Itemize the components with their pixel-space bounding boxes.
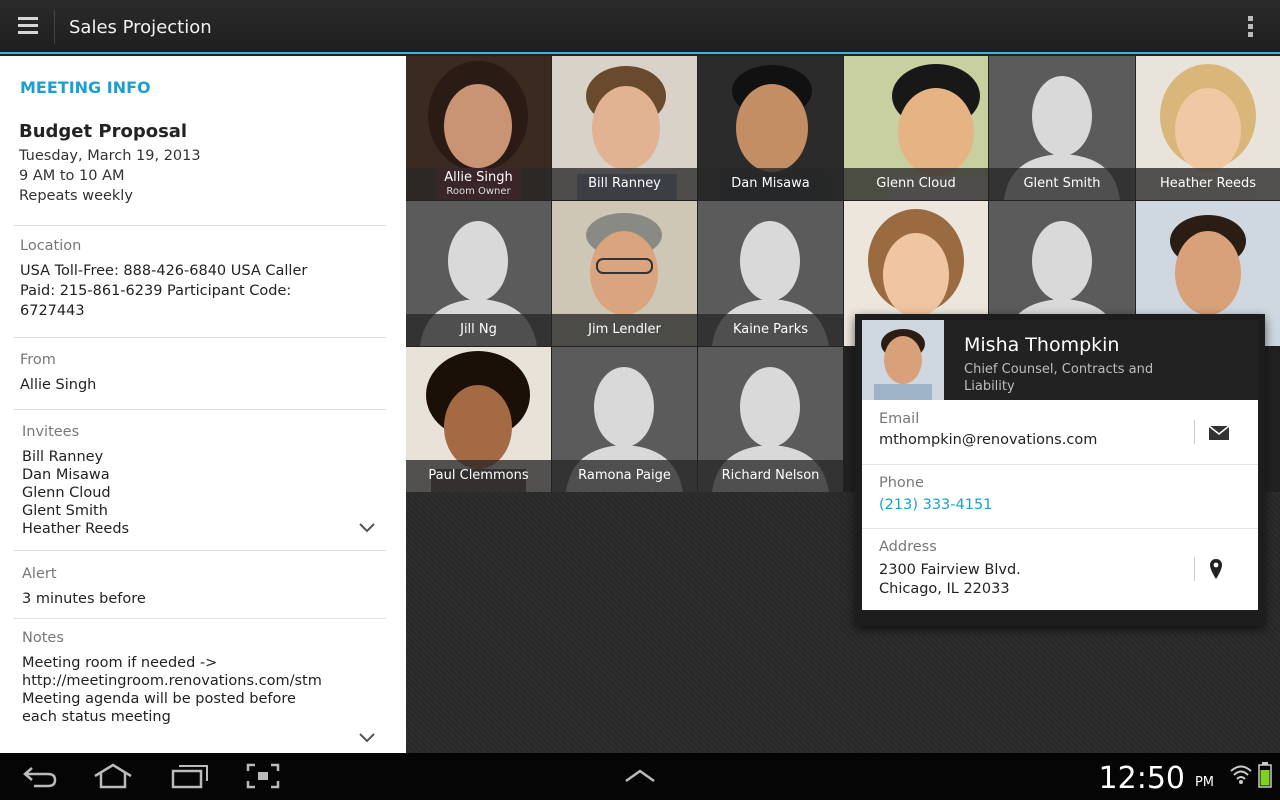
meeting-title: Budget Proposal [19,121,188,142]
app-title: Sales Projection [69,17,212,38]
contact-phone-row: Phone (213) 333-4151 [862,465,1258,529]
phone-link[interactable]: (213) 333-4151 [879,496,992,515]
expand-notes-chevron-icon[interactable] [359,733,375,743]
meeting-time: 9 AM to 10 AM [19,168,125,184]
attendee-name: Richard Nelson [698,460,843,492]
contact-email-row: Email mthompkin@renovations.com [862,400,1258,465]
notes-label: Notes [22,630,64,646]
overflow-menu-icon[interactable] [1248,16,1254,38]
attendee-name: Glenn Cloud [844,168,988,200]
screenshot-icon[interactable] [246,763,280,789]
wifi-icon [1230,765,1252,784]
divider [13,337,386,338]
back-icon[interactable] [22,763,58,789]
location-value: USA Toll-Free: 888-426-6840 USA Caller P… [20,263,308,319]
attendee-tile[interactable]: Dan Misawa [698,56,843,200]
battery-icon [1258,762,1272,788]
attendee-tile[interactable]: Kaine Parks [698,201,843,346]
notes-value: Meeting room if needed -> http://meeting… [22,655,322,725]
vertical-divider [1194,420,1195,444]
attendee-name: Dan Misawa [698,168,843,200]
location-label: Location [20,238,82,254]
attendee-tile[interactable]: Paul Clemmons [406,347,551,492]
vertical-divider [1194,557,1195,581]
contact-name: Misha Thompkin [964,334,1120,356]
meeting-repeat: Repeats weekly [19,188,133,204]
divider [13,550,386,551]
contact-address-row: Address 2300 Fairview Blvd. Chicago, IL … [862,529,1258,610]
invitee-item[interactable]: Glenn Cloud [22,484,129,502]
from-label: From [20,352,56,368]
system-nav-bar: 12:50 PM [0,753,1280,800]
meeting-info-panel: MEETING INFO Budget Proposal Tuesday, Ma… [0,56,406,753]
email-icon[interactable] [1208,425,1230,441]
from-value[interactable]: Allie Singh [20,375,320,395]
attendee-tile[interactable]: Allie Singh Room Owner [406,56,551,200]
action-bar: Sales Projection [0,0,1280,54]
invitee-item[interactable]: Glent Smith [22,502,129,520]
contact-card-header: Misha Thompkin Chief Counsel, Contracts … [862,320,1258,400]
invitee-item[interactable]: Bill Ranney [22,448,129,466]
attendee-name: Heather Reeds [1136,168,1280,200]
meeting-date: Tuesday, March 19, 2013 [19,148,201,164]
attendee-name: Paul Clemmons [406,460,551,492]
map-pin-icon[interactable] [1209,558,1223,580]
action-bar-divider [54,10,55,44]
invitee-item[interactable]: Dan Misawa [22,466,129,484]
attendee-name: Kaine Parks [698,314,843,346]
meeting-info-header: MEETING INFO [20,78,151,97]
contact-avatar [862,320,944,400]
menu-icon[interactable] [18,17,38,35]
attendee-tile[interactable]: Jill Ng [406,201,551,346]
attendee-name: Bill Ranney [552,168,697,200]
attendee-role: Room Owner [446,186,511,197]
alert-value: 3 minutes before [22,591,146,607]
attendee-name: Jim Lendler [552,314,697,346]
attendee-tile[interactable]: Ramona Paige [552,347,697,492]
attendee-tile[interactable]: Glenn Cloud [844,56,988,200]
contact-details: Email mthompkin@renovations.com Phone (2… [862,400,1258,610]
expand-invitees-chevron-icon[interactable] [359,523,375,533]
divider [13,618,386,619]
status-clock: 12:50 [1098,761,1185,796]
phone-label: Phone [879,475,924,491]
recent-apps-icon[interactable] [171,763,209,789]
divider [13,409,386,410]
email-label: Email [879,411,920,427]
home-icon[interactable] [93,763,133,789]
address-label: Address [879,539,937,555]
attendee-tile[interactable]: Heather Reeds [1136,56,1280,200]
attendee-tile[interactable]: Bill Ranney [552,56,697,200]
attendee-tile[interactable]: Richard Nelson [698,347,843,492]
attendee-name: Jill Ng [406,314,551,346]
email-value[interactable]: mthompkin@renovations.com [879,431,1097,450]
attendee-tile[interactable]: Glent Smith [989,56,1135,200]
contact-role: Chief Counsel, Contracts and Liability [964,362,1154,394]
chevron-up-icon[interactable] [624,769,656,783]
attendee-name: Glent Smith [989,168,1135,200]
attendee-name: Ramona Paige [552,460,697,492]
attendee-tile[interactable]: Jim Lendler [552,201,697,346]
attendee-caption: Allie Singh Room Owner [406,168,551,200]
invitee-item[interactable]: Heather Reeds [22,520,129,538]
invitees-list: Bill Ranney Dan Misawa Glenn Cloud Glent… [22,448,129,538]
address-line2: Chicago, IL 22033 [879,581,1010,597]
alert-label: Alert [22,566,57,582]
attendee-name: Allie Singh [444,170,513,185]
divider [13,225,386,226]
invitees-label: Invitees [22,424,80,440]
contact-card: Misha Thompkin Chief Counsel, Contracts … [855,314,1265,626]
address-line1: 2300 Fairview Blvd. [879,562,1021,578]
status-ampm: PM [1194,775,1214,790]
